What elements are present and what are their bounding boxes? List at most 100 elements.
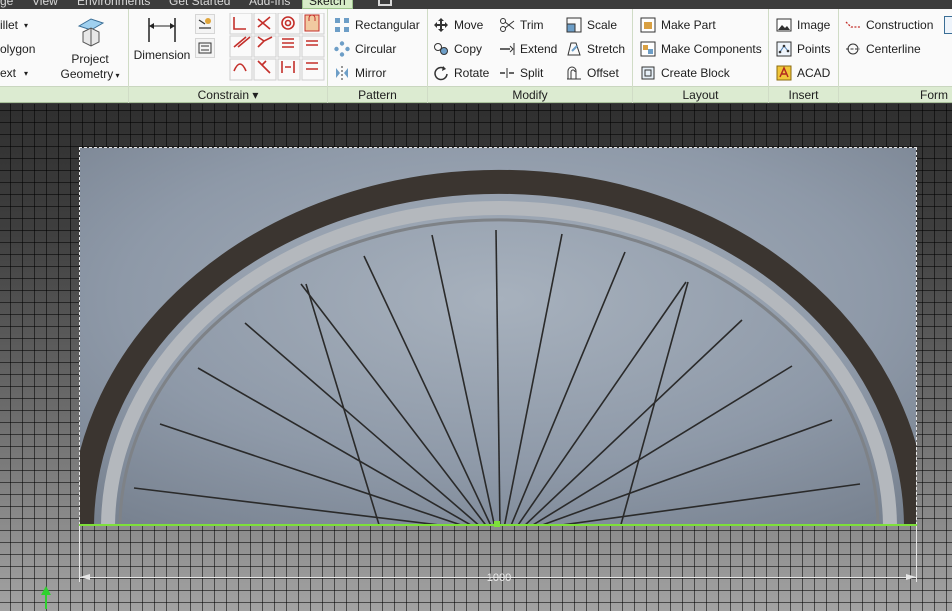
circular-pattern-label: Circular (355, 42, 397, 56)
project-geometry-icon (77, 18, 105, 47)
rotate-icon (434, 66, 448, 81)
trim-button[interactable]: Trim (499, 14, 544, 36)
centerline-icon (846, 43, 860, 55)
copy-label: Copy (454, 42, 483, 56)
offset-button[interactable]: Offset (566, 62, 619, 84)
tab-environments[interactable]: Environments (77, 0, 150, 9)
fillet-label: illet (0, 18, 19, 32)
tab-add-ins[interactable]: Add-Ins (249, 0, 290, 9)
text-label: ext (0, 66, 17, 80)
create-block-icon (641, 66, 655, 80)
make-part-icon (640, 17, 656, 33)
make-components-label: Make Components (661, 42, 762, 56)
move-label: Move (454, 18, 484, 32)
image-icon (776, 18, 792, 32)
create-block-button[interactable]: Create Block (640, 62, 730, 84)
panel-label-modify: Modify (512, 88, 548, 102)
insert-points-button[interactable]: Points (776, 38, 830, 60)
move-button[interactable]: Move (433, 14, 483, 36)
acad-icon (776, 65, 792, 81)
make-components-button[interactable]: Make Components (640, 38, 762, 60)
panel-label-layout: Layout (682, 88, 719, 102)
fillet-button[interactable]: illet ▾ (0, 14, 28, 36)
dimension-arrow-left-icon (80, 574, 90, 580)
dimension-icon (148, 18, 176, 42)
construction-button[interactable]: Construction (845, 14, 933, 36)
panel-label-format: Form (920, 88, 948, 102)
rectangular-pattern-icon (335, 18, 349, 32)
trim-icon (500, 18, 515, 32)
split-label: Split (520, 66, 544, 80)
circular-pattern-button[interactable]: Circular (334, 38, 396, 60)
polygon-button[interactable]: olygon (0, 38, 35, 60)
project-geometry-label-1: Project (71, 52, 109, 66)
insert-image-button[interactable]: Image (776, 14, 830, 36)
trim-label: Trim (520, 18, 544, 32)
tab-view[interactable]: View (32, 0, 58, 9)
format-overflow-icon[interactable] (944, 16, 952, 34)
panel-label-insert: Insert (788, 88, 819, 102)
rotate-label: Rotate (454, 66, 490, 80)
tab-get-started[interactable]: Get Started (169, 0, 230, 9)
insert-image-label: Image (797, 18, 831, 32)
text-button[interactable]: ext ▾ (0, 62, 28, 84)
project-geometry-button[interactable]: Project Geometry ▾ (58, 14, 122, 83)
copy-icon (434, 43, 448, 55)
tab-sketch[interactable]: Sketch (302, 0, 353, 9)
auto-dimension-icon[interactable] (195, 14, 215, 34)
extend-label: Extend (520, 42, 558, 56)
show-constraints-icon[interactable] (195, 38, 215, 58)
mirror-label: Mirror (355, 66, 387, 80)
bicycle-wheel-photo (80, 148, 916, 524)
construction-label: Construction (866, 18, 934, 32)
stretch-icon (567, 42, 581, 56)
split-button[interactable]: Split (499, 62, 543, 84)
offset-icon (567, 66, 581, 80)
extend-icon (500, 43, 515, 55)
extend-button[interactable]: Extend (499, 38, 557, 60)
origin-axis-icon (38, 583, 54, 609)
insert-acad-label: ACAD (797, 66, 831, 80)
polygon-label: olygon (0, 42, 36, 56)
scale-icon (566, 17, 582, 33)
scale-button[interactable]: Scale (566, 14, 617, 36)
mirror-button[interactable]: Mirror (334, 62, 386, 84)
make-components-icon (640, 41, 656, 57)
offset-label: Offset (587, 66, 619, 80)
mirror-icon (336, 66, 348, 80)
make-part-label: Make Part (661, 18, 716, 32)
rectangular-pattern-button[interactable]: Rectangular (334, 14, 420, 36)
create-block-label: Create Block (661, 66, 730, 80)
tab-manage[interactable]: ge (0, 0, 13, 9)
inserted-wheel-image[interactable] (79, 147, 917, 525)
centerline-label: Centerline (866, 42, 921, 56)
stretch-button[interactable]: Stretch (566, 38, 625, 60)
panel-divider (838, 9, 839, 103)
stretch-label: Stretch (587, 42, 626, 56)
move-icon (434, 18, 448, 32)
centerline-button[interactable]: Centerline (845, 38, 921, 60)
rectangular-pattern-label: Rectangular (355, 18, 420, 32)
dimension-value[interactable]: 1000 (474, 572, 524, 584)
rotate-button[interactable]: Rotate (433, 62, 489, 84)
panel-label-pattern: Pattern (358, 88, 397, 102)
insert-points-label: Points (797, 42, 831, 56)
dimension-button[interactable]: Dimension (133, 14, 191, 63)
copy-button[interactable]: Copy (433, 38, 482, 60)
split-icon (500, 68, 514, 78)
panel-label-constrain[interactable]: Constrain ▾ (129, 87, 327, 103)
dimension-arrow-right-icon (906, 574, 916, 580)
quick-access-icon[interactable] (378, 0, 392, 6)
project-geometry-label-2: Geometry ▾ (60, 67, 120, 81)
points-icon (776, 41, 792, 57)
line-midpoint-marker[interactable] (494, 521, 500, 527)
make-part-button[interactable]: Make Part (640, 14, 716, 36)
circular-pattern-icon (334, 41, 350, 57)
insert-acad-button[interactable]: ACAD (776, 62, 830, 84)
scale-label: Scale (587, 18, 618, 32)
ribbon-tab-strip: ge View Environments Get Started Add-Ins… (0, 0, 952, 9)
dimension-label: Dimension (133, 48, 191, 62)
construction-icon (845, 21, 860, 28)
constraint-grid (229, 12, 325, 83)
dimension-extension-right (916, 526, 917, 582)
